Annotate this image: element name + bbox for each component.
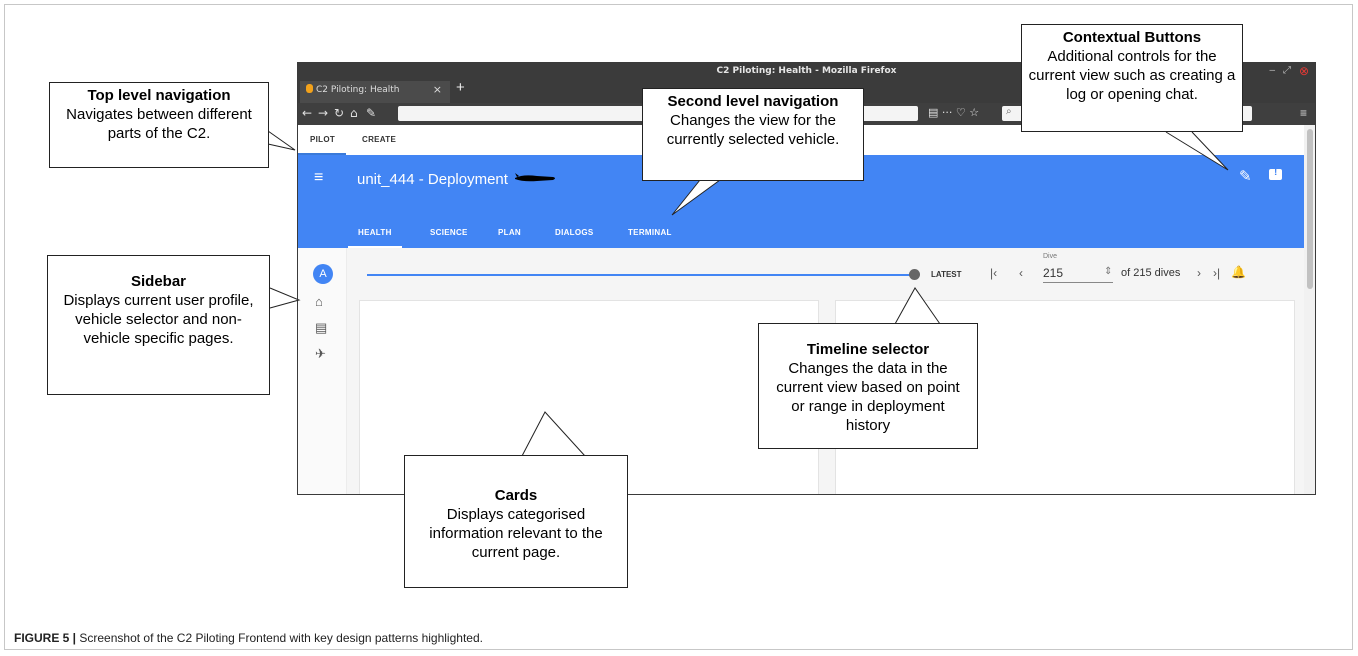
browser-menu-icon[interactable]: ≡ [1300, 106, 1307, 120]
caption-label: FIGURE 5 | [14, 631, 77, 645]
back-icon[interactable]: ← [302, 106, 312, 120]
tab-create[interactable]: CREATE [362, 135, 396, 144]
menu-icon[interactable]: ≡ [314, 169, 323, 187]
prev-page-icon[interactable]: ‹ [1019, 266, 1023, 280]
alert-bell-icon[interactable]: 🔔 [1231, 265, 1246, 279]
callout-title: Cards [494, 487, 538, 504]
callout-second-level-navigation: Second level navigation Changes the view… [642, 88, 864, 181]
callout-title: Sidebar [130, 273, 187, 290]
home-icon[interactable]: ⌂ [315, 294, 323, 309]
figure-caption: FIGURE 5 | Screenshot of the C2 Piloting… [14, 631, 483, 645]
callout-sidebar: Sidebar Displays current user profile, v… [47, 255, 270, 395]
callout-title: Top level navigation [87, 87, 231, 104]
scrollbar[interactable] [1304, 125, 1315, 494]
tab-plan[interactable]: PLAN [498, 228, 521, 237]
latest-button[interactable]: LATEST [931, 270, 962, 279]
dive-label: Dive [1043, 253, 1058, 260]
callout-body: Navigates between different parts of the… [66, 106, 252, 142]
page-actions-icon[interactable]: ▤ ··· ♡ ☆ [928, 106, 979, 119]
callout-body: Additional controls for the current view… [1028, 48, 1236, 103]
log-list-icon[interactable]: ▤ [315, 320, 327, 336]
window-close-icon[interactable]: ⊗ [1299, 64, 1309, 78]
callout-title: Contextual Buttons [1062, 29, 1202, 46]
callout-top-level-navigation: Top level navigation Navigates between d… [49, 82, 269, 168]
vehicle-title: unit_444 - Deployment [357, 171, 508, 188]
chat-feedback-icon[interactable] [1269, 167, 1282, 180]
forward-icon[interactable]: → [318, 106, 328, 120]
tab-close-icon[interactable]: × [433, 83, 442, 96]
dive-stepper-icon[interactable]: ⇕ [1104, 266, 1112, 277]
first-page-icon[interactable]: |‹ [990, 266, 997, 280]
callout-body: Changes the data in the current view bas… [776, 360, 960, 434]
callout-body: Displays current user profile, vehicle s… [63, 292, 254, 347]
tab-pilot[interactable]: PILOT [310, 135, 335, 144]
callout-body: Displays categorised information relevan… [429, 506, 603, 561]
tab-terminal[interactable]: TERMINAL [628, 228, 672, 237]
tab-label: C2 Piloting: Health [316, 85, 400, 95]
new-tab-icon[interactable]: + [456, 79, 465, 96]
airplane-icon[interactable]: ✈ [315, 346, 326, 362]
wrench-icon[interactable]: ✎ [366, 106, 376, 120]
minimize-icon[interactable]: – [1269, 65, 1275, 76]
callout-title: Second level navigation [667, 93, 839, 110]
tab-science[interactable]: SCIENCE [430, 228, 468, 237]
create-log-pencil-icon[interactable]: ✎ [1239, 167, 1252, 185]
callout-body: Changes the view for the currently selec… [666, 112, 840, 148]
dive-input[interactable]: 215 [1043, 266, 1113, 283]
caption-text: Screenshot of the C2 Piloting Frontend w… [76, 631, 483, 645]
tab-health[interactable]: HEALTH [358, 228, 392, 237]
reload-icon[interactable]: ↻ [334, 106, 344, 120]
vehicle-glider-icon [515, 173, 555, 182]
callout-title: Timeline selector [806, 341, 930, 358]
sidebar: A ⌂ ▤ ✈ [298, 248, 347, 494]
timeline-track[interactable] [367, 274, 914, 276]
callout-timeline-selector: Timeline selector Changes the data in th… [758, 323, 978, 449]
scrollbar-thumb[interactable] [1307, 129, 1313, 289]
favicon-icon [306, 84, 313, 93]
maximize-icon[interactable]: ⤢ [1283, 65, 1291, 76]
callout-contextual-buttons: Contextual Buttons Additional controls f… [1021, 24, 1243, 132]
user-avatar[interactable]: A [313, 264, 333, 284]
tab-dialogs[interactable]: DIALOGS [555, 228, 594, 237]
timeline-handle[interactable] [909, 269, 920, 280]
next-page-icon[interactable]: › [1197, 266, 1201, 280]
home-icon[interactable]: ⌂ [350, 106, 358, 120]
callout-cards: Cards Displays categorised information r… [404, 455, 628, 588]
dive-count: of 215 dives [1121, 267, 1181, 279]
browser-tab[interactable]: C2 Piloting: Health × [300, 81, 450, 103]
last-page-icon[interactable]: ›| [1213, 266, 1220, 280]
